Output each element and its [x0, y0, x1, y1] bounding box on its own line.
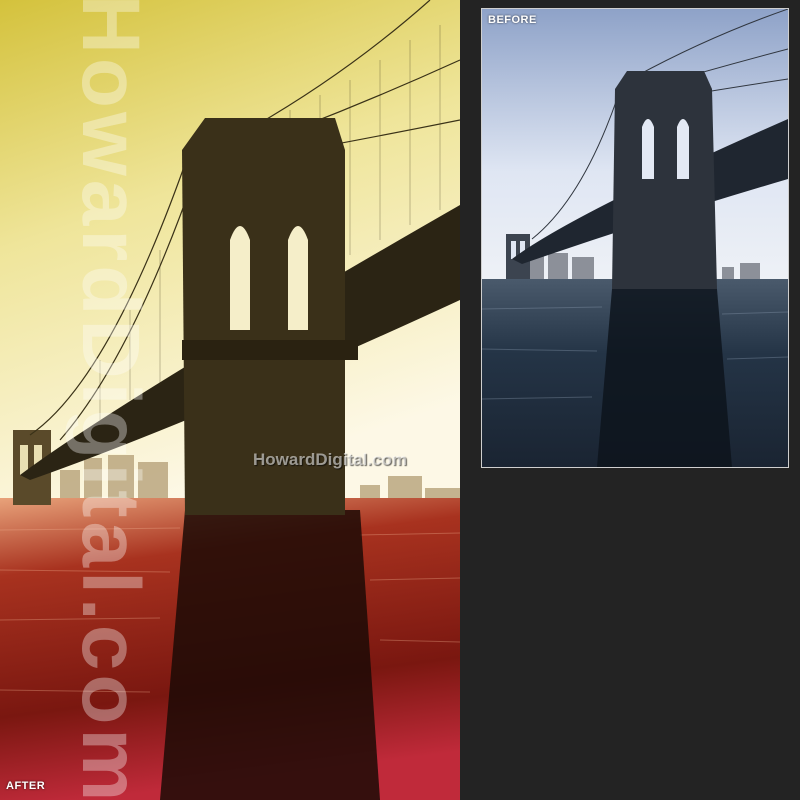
before-photo — [482, 9, 788, 467]
after-label: AFTER — [6, 780, 46, 792]
after-watermark-vertical: HowardDigital.com — [65, 0, 156, 800]
before-label: BEFORE — [488, 14, 537, 26]
before-tower-reflection — [597, 289, 732, 467]
after-image-panel: HowardDigital.com HowardDigital.com AFTE… — [0, 0, 460, 800]
before-image-panel: BEFORE — [481, 8, 789, 468]
after-watermark-center: HowardDigital.com — [253, 450, 407, 469]
after-tower-reflection — [160, 510, 380, 800]
before-main-tower — [612, 71, 717, 289]
